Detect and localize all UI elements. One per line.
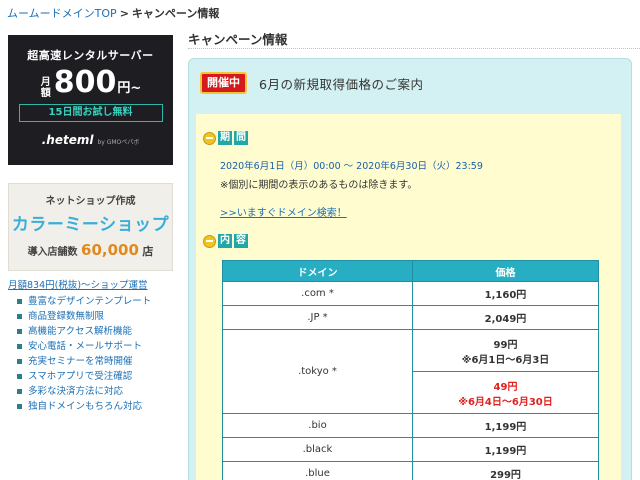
- content-heading: 内 容: [203, 234, 250, 248]
- feature-label: 独自ドメインもちろん対応: [28, 401, 143, 412]
- heteml-month-label: 月額: [40, 77, 51, 99]
- status-badge: 開催中: [200, 72, 247, 94]
- table-header-row: ドメイン 価格: [222, 260, 599, 282]
- campaign-headline: 6月の新規取得価格のご案内: [259, 76, 424, 92]
- feature-list: 豊富なデザインテンプレート 商品登録数無制限 高機能アクセス解析機能 安心電話・…: [17, 294, 151, 414]
- circle-minus-icon: [203, 234, 216, 248]
- feature-label: 充実セミナーを常時開催: [28, 356, 133, 367]
- period-heading-char: 間: [234, 131, 248, 145]
- bullet-icon: [17, 404, 22, 409]
- heteml-price: 月額 800 円~: [8, 65, 173, 100]
- colorme-line1: ネットショップ作成: [45, 196, 136, 207]
- feature-item[interactable]: 独自ドメインもちろん対応: [17, 399, 151, 414]
- bullet-icon: [17, 299, 22, 304]
- price-period-note: ※6月1日～6月3日: [461, 354, 550, 366]
- feature-item[interactable]: 充実セミナーを常時開催: [17, 354, 151, 369]
- feature-item[interactable]: 安心電話・メールサポート: [17, 339, 151, 354]
- feature-label: 安心電話・メールサポート: [28, 341, 143, 352]
- period-note: ※個別に期間の表示のあるものは除きます。: [220, 180, 418, 191]
- title-divider: [188, 48, 640, 49]
- breadcrumb-separator: >: [119, 7, 129, 20]
- table-row: .tokyo * 99円 ※6月1日～6月3日: [222, 329, 599, 414]
- price-table: ドメイン 価格 .com * 1,160円 .JP * 2,049円 .toky…: [222, 260, 599, 480]
- heteml-price-suffix: 円~: [117, 81, 142, 96]
- heteml-amount: 800: [53, 65, 117, 100]
- colorme-line2: カラーミーショップ: [11, 215, 170, 235]
- domain-cell: .tokyo *: [222, 329, 413, 414]
- sale-price-value: 49円: [493, 381, 518, 393]
- heteml-headline: 超高速レンタルサーバー: [27, 49, 154, 62]
- domain-search-link[interactable]: >>いますぐドメイン検索！: [220, 204, 347, 219]
- feature-label: スマホアプリで受注確認: [28, 371, 133, 382]
- content-heading-char: 内: [218, 234, 232, 248]
- colorme-line3: 導入店舗数 60,000 店: [9, 241, 172, 259]
- domain-cell: .JP *: [222, 305, 413, 330]
- page: ムームードメインTOP > キャンペーン情報 超高速レンタルサーバー 月額 800 …: [0, 0, 640, 480]
- heteml-logo-name: .heteml: [41, 133, 94, 147]
- bullet-icon: [17, 359, 22, 364]
- table-row: .blue 299円: [222, 461, 599, 480]
- period-heading: 期 間: [203, 131, 250, 145]
- page-title: キャンペーン情報: [188, 32, 288, 47]
- domain-cell: .com *: [222, 281, 413, 306]
- period-heading-char: 期: [218, 131, 232, 145]
- feature-item[interactable]: スマホアプリで受注確認: [17, 369, 151, 384]
- price-cell: 2,049円: [412, 305, 599, 330]
- table-row: .com * 1,160円: [222, 281, 599, 306]
- bullet-icon: [17, 344, 22, 349]
- sale-period-note: ※6月4日～6月30日: [458, 396, 553, 408]
- content-heading-char: 容: [234, 234, 248, 248]
- price-cell: 1,199円: [412, 437, 599, 462]
- feature-label: 商品登録数無制限: [28, 311, 105, 322]
- column-header-domain: ドメイン: [222, 260, 413, 282]
- price-cell: 299円: [412, 461, 599, 480]
- feature-item[interactable]: 多彩な決済方法に対応: [17, 384, 151, 399]
- price-cell: 99円 ※6月1日～6月3日: [412, 329, 599, 372]
- heteml-trial: 15日間お試し無料: [18, 104, 163, 122]
- domain-cell: .black: [222, 437, 413, 462]
- feature-item[interactable]: 豊富なデザインテンプレート: [17, 294, 151, 309]
- sale-price-cell: 49円 ※6月4日～6月30日: [412, 371, 599, 414]
- heteml-logo-by: by GMOペパボ: [97, 139, 140, 146]
- domain-cell: .blue: [222, 461, 413, 480]
- bullet-icon: [17, 314, 22, 319]
- feature-label: 多彩な決済方法に対応: [28, 386, 124, 397]
- heteml-banner[interactable]: 超高速レンタルサーバー 月額 800 円~ 15日間お試し無料 .heteml …: [8, 35, 173, 165]
- bullet-icon: [17, 329, 22, 334]
- period-dates: 2020年6月1日（月）00:00 〜 2020年6月30日（火）23:59: [220, 161, 483, 172]
- feature-item[interactable]: 商品登録数無制限: [17, 309, 151, 324]
- feature-label: 豊富なデザインテンプレート: [28, 296, 152, 307]
- heteml-logo: .heteml by GMOペパボ: [8, 133, 173, 147]
- feature-label: 高機能アクセス解析機能: [28, 326, 133, 337]
- breadcrumb-home-link[interactable]: ムームードメインTOP: [7, 7, 117, 20]
- colorme-banner[interactable]: ネットショップ作成 カラーミーショップ 導入店舗数 60,000 店: [8, 183, 173, 271]
- colorme-store-count-suffix: 店: [142, 245, 154, 258]
- bullet-icon: [17, 389, 22, 394]
- table-row: .black 1,199円: [222, 437, 599, 462]
- table-row: .JP * 2,049円: [222, 305, 599, 330]
- price-value: 99円: [493, 339, 518, 351]
- feature-item[interactable]: 高機能アクセス解析機能: [17, 324, 151, 339]
- breadcrumb-current: キャンペーン情報: [131, 7, 220, 20]
- campaign-header: 開催中 6月の新規取得価格のご案内: [200, 72, 423, 94]
- colorme-store-count-prefix: 導入店舗数: [27, 247, 78, 258]
- domain-cell: .bio: [222, 413, 413, 438]
- price-cell: 1,160円: [412, 281, 599, 306]
- price-cell: 1,199円: [412, 413, 599, 438]
- bullet-icon: [17, 374, 22, 379]
- table-row: .bio 1,199円: [222, 413, 599, 438]
- circle-minus-icon: [203, 131, 216, 145]
- shop-price-link[interactable]: 月額834円(税抜)～ショップ運営: [8, 277, 148, 291]
- colorme-store-count: 60,000: [81, 241, 139, 259]
- breadcrumb: ムームードメインTOP > キャンペーン情報: [7, 7, 219, 21]
- column-header-price: 価格: [412, 260, 599, 282]
